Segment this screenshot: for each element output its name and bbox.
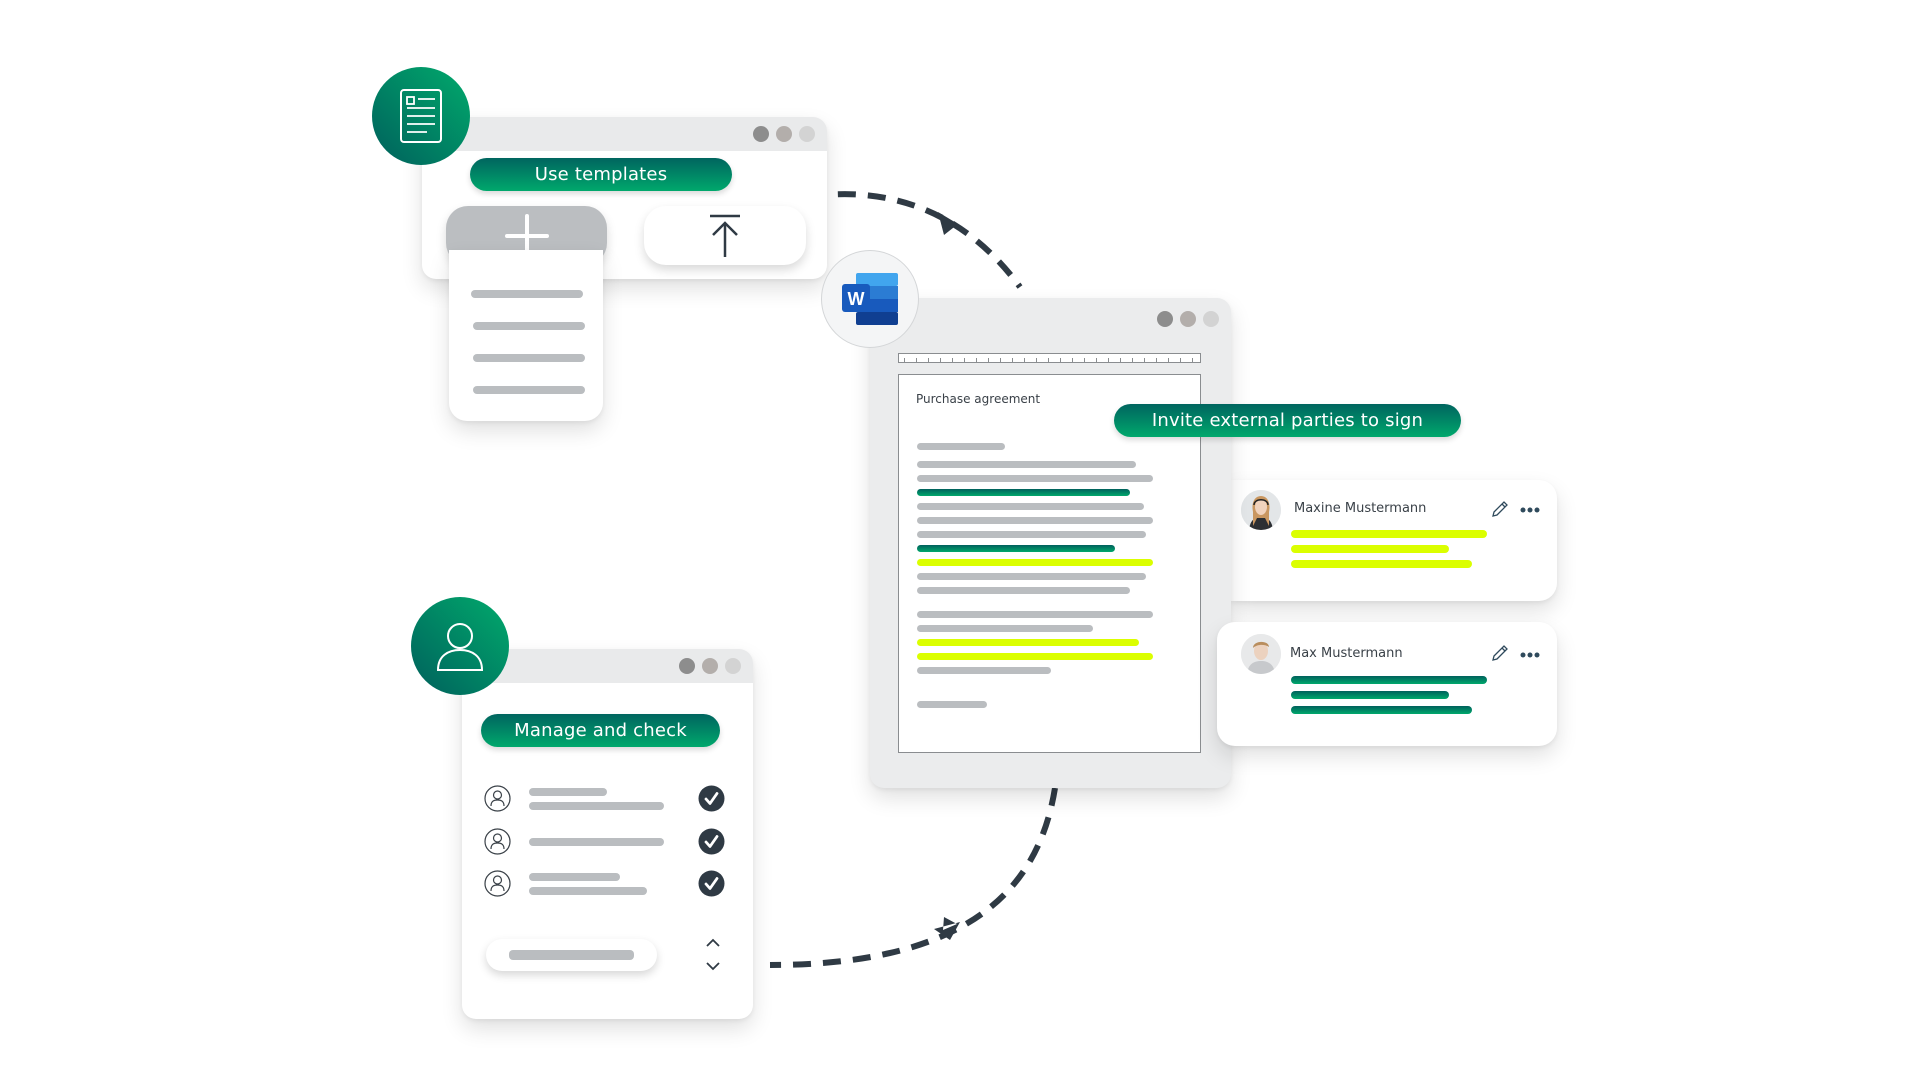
window-dot[interactable] [1157, 311, 1173, 327]
template-list-item[interactable] [471, 290, 583, 298]
check-icon [698, 870, 725, 897]
window-controls [753, 126, 815, 142]
list-item[interactable] [484, 827, 734, 857]
microsoft-word-icon: W [842, 273, 898, 325]
template-list-item[interactable] [473, 354, 585, 362]
text-line [917, 443, 1005, 450]
more-dots-icon[interactable] [1520, 507, 1540, 513]
arrowhead-icon [938, 212, 958, 235]
highlighted-line [917, 559, 1153, 566]
window-dot[interactable] [776, 126, 792, 142]
chevron-up-icon[interactable] [705, 938, 721, 948]
window-dot[interactable] [725, 658, 741, 674]
highlighted-line [917, 545, 1115, 552]
text-line [917, 611, 1153, 618]
upload-icon [710, 214, 740, 257]
text-line [917, 461, 1136, 468]
window-dot[interactable] [1203, 311, 1219, 327]
avatar [1241, 490, 1281, 530]
templates-badge [372, 67, 470, 165]
manage-and-check-label: Manage and check [481, 714, 720, 747]
signer-status-line [1291, 691, 1449, 699]
text-line [529, 873, 620, 881]
text-line [529, 838, 664, 846]
user-circle-icon [484, 828, 511, 855]
window-dot[interactable] [679, 658, 695, 674]
text-line [917, 503, 1144, 510]
document-list-icon [400, 89, 442, 143]
text-line [529, 887, 647, 895]
text-line [917, 587, 1130, 594]
user-circle-icon [484, 785, 511, 812]
highlighted-line [917, 639, 1139, 646]
check-icon [698, 828, 725, 855]
signer-status-line [1291, 530, 1487, 538]
template-list-item[interactable] [473, 322, 585, 330]
signer-status-line [1291, 560, 1472, 568]
window-controls [1157, 311, 1219, 327]
template-dropdown-list [449, 250, 603, 421]
ruler [898, 353, 1201, 363]
person-photo-icon [1241, 490, 1281, 530]
avatar [1241, 634, 1281, 674]
window-dot[interactable] [702, 658, 718, 674]
check-icon [698, 785, 725, 812]
text-line [917, 475, 1153, 482]
arrowhead-icon [934, 917, 960, 940]
word-badge: W [821, 250, 919, 348]
list-item[interactable] [484, 784, 734, 814]
signer-status-line [1291, 676, 1487, 684]
signer-card[interactable]: Maxine Mustermann [1231, 480, 1557, 601]
text-line [917, 667, 1051, 674]
arrow-document-to-manage [769, 787, 1058, 968]
highlighted-line [917, 653, 1153, 660]
signer-card[interactable]: Max Mustermann [1217, 622, 1557, 746]
action-button[interactable] [486, 939, 657, 971]
button-label-placeholder [509, 950, 634, 960]
more-dots-icon[interactable] [1520, 652, 1540, 658]
word-letter: W [848, 289, 865, 309]
text-line [529, 802, 664, 810]
pencil-icon[interactable] [1491, 644, 1509, 662]
window-dot[interactable] [799, 126, 815, 142]
signer-name: Max Mustermann [1290, 646, 1403, 661]
invite-external-parties-label: Invite external parties to sign [1114, 404, 1461, 437]
signer-status-line [1291, 706, 1472, 714]
window-dot[interactable] [1180, 311, 1196, 327]
pencil-icon[interactable] [1491, 500, 1509, 518]
person-photo-icon [1241, 634, 1281, 674]
list-item[interactable] [484, 869, 734, 899]
user-circle-icon [484, 870, 511, 897]
text-line [917, 701, 987, 708]
template-list-item[interactable] [473, 386, 585, 394]
document-title: Purchase agreement [916, 392, 1041, 406]
manage-window: Manage and check [462, 649, 753, 1019]
window-titlebar [422, 117, 827, 151]
upload-button[interactable] [644, 206, 806, 265]
window-dot[interactable] [753, 126, 769, 142]
text-line [529, 788, 607, 796]
signer-name: Maxine Mustermann [1294, 501, 1427, 516]
text-line [917, 573, 1146, 580]
user-icon [436, 623, 484, 671]
window-controls [679, 658, 741, 674]
chevron-down-icon[interactable] [705, 961, 721, 971]
document-window: Purchase agreement [870, 298, 1231, 788]
text-line [917, 625, 1093, 632]
signer-status-line [1291, 545, 1449, 553]
text-line [917, 517, 1153, 524]
highlighted-line [917, 489, 1130, 496]
use-templates-label: Use templates [470, 158, 732, 191]
text-line [917, 531, 1146, 538]
manage-badge [411, 597, 509, 695]
